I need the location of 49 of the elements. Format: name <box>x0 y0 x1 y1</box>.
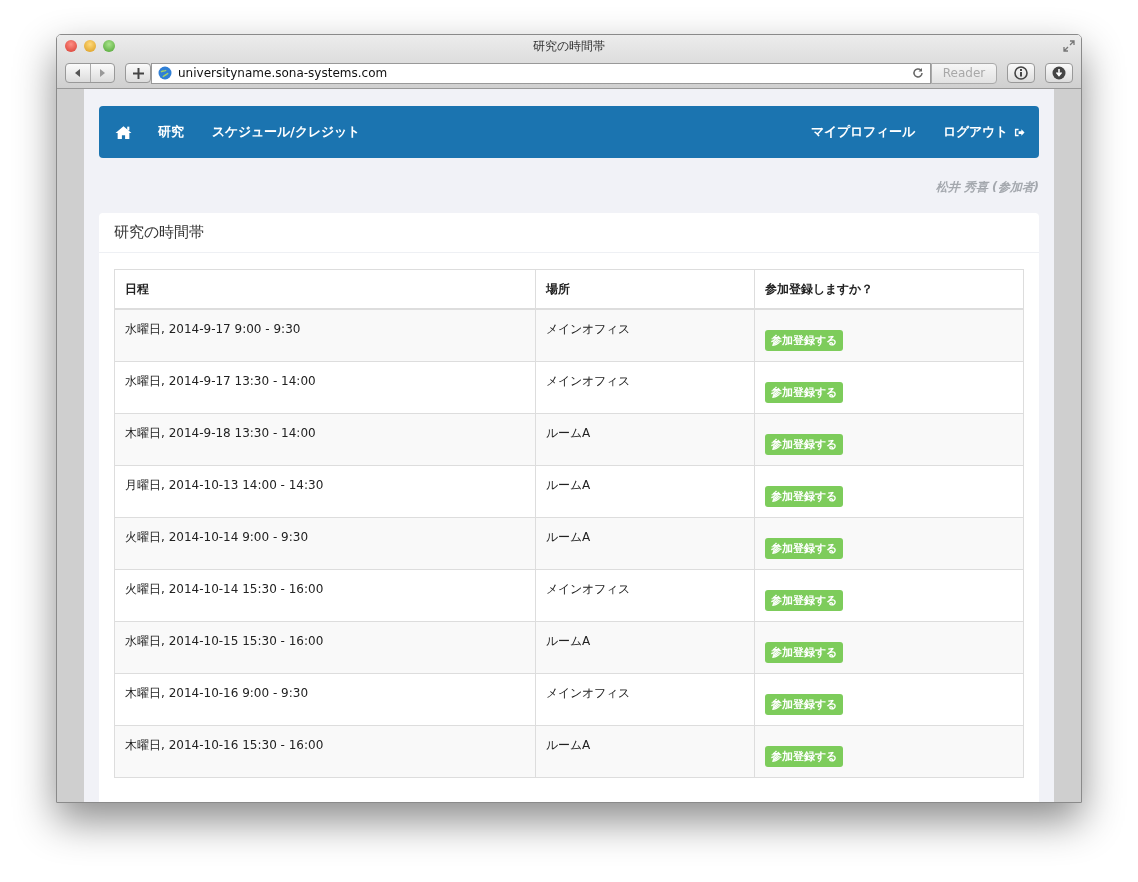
table-cell: 月曜日, 2014-10-13 14:00 - 14:30 <box>114 465 536 517</box>
table-cell: 水曜日, 2014-9-17 9:00 - 9:30 <box>114 309 536 361</box>
sign-up-button[interactable]: 参加登録する <box>765 381 843 403</box>
nav-link[interactable]: ログアウト <box>929 123 1014 141</box>
sign-up-button[interactable]: 参加登録する <box>765 693 843 715</box>
fullscreen-icon[interactable] <box>1063 40 1075 52</box>
window-title: 研究の時間帯 <box>533 37 605 55</box>
table-cell: ルームA <box>535 621 755 673</box>
sign-up-button[interactable]: 参加登録する <box>765 537 843 559</box>
sign-up-button[interactable]: 参加登録する <box>765 330 843 351</box>
table-cell: メインオフィス <box>535 673 755 725</box>
logout-icon[interactable] <box>1014 126 1025 138</box>
reader-button[interactable]: Reader <box>931 62 997 84</box>
home-icon[interactable] <box>115 124 132 140</box>
sign-up-button[interactable]: 参加登録する <box>765 589 843 611</box>
table-cell: 火曜日, 2014-10-14 9:00 - 9:30 <box>114 517 536 569</box>
table-cell: メインオフィス <box>535 569 755 621</box>
sign-up-button[interactable]: 参加登録する <box>765 485 843 507</box>
table-cell: 火曜日, 2014-10-14 15:30 - 16:00 <box>114 569 536 621</box>
close-icon[interactable] <box>65 40 77 52</box>
table-cell: ルームA <box>535 725 755 777</box>
reload-icon[interactable] <box>912 67 924 79</box>
download-button[interactable] <box>1045 63 1073 83</box>
download-icon[interactable] <box>1052 66 1066 80</box>
table-cell: ルームA <box>535 517 755 569</box>
user-name: 松井 秀喜 (参加者) <box>935 179 1039 196</box>
address-field[interactable]: universityname.sona-systems.com <box>151 62 931 84</box>
nav-link[interactable]: 研究 <box>144 123 198 141</box>
sign-up-button[interactable]: 参加登録する <box>765 745 843 767</box>
globe-icon <box>158 66 172 80</box>
sign-up-button[interactable]: 参加登録する <box>765 433 843 455</box>
add-bookmark-button[interactable] <box>125 63 151 83</box>
table-cell: 水曜日, 2014-9-17 13:30 - 14:00 <box>114 361 536 413</box>
plus-icon[interactable] <box>132 67 144 79</box>
nav-link[interactable]: スケジュール/クレジット <box>198 123 374 141</box>
table-cell: 木曜日, 2014-10-16 15:30 - 16:00 <box>114 725 536 777</box>
table-cell: 水曜日, 2014-10-15 15:30 - 16:00 <box>114 621 536 673</box>
table-cell: ルームA <box>535 465 755 517</box>
nav-link[interactable]: マイプロフィール <box>797 123 929 141</box>
table-cell: 木曜日, 2014-10-16 9:00 - 9:30 <box>114 673 536 725</box>
table-cell: 木曜日, 2014-9-18 13:30 - 14:00 <box>114 413 536 465</box>
table-cell: ルームA <box>535 413 755 465</box>
info-button[interactable] <box>1007 63 1035 83</box>
info-icon[interactable] <box>1014 66 1028 80</box>
sign-up-button[interactable]: 参加登録する <box>765 641 843 663</box>
table-cell: メインオフィス <box>535 361 755 413</box>
panel-title: 研究の時間帯 <box>99 213 1039 253</box>
table-cell: メインオフィス <box>535 309 755 361</box>
url-text[interactable]: universityname.sona-systems.com <box>178 66 906 80</box>
